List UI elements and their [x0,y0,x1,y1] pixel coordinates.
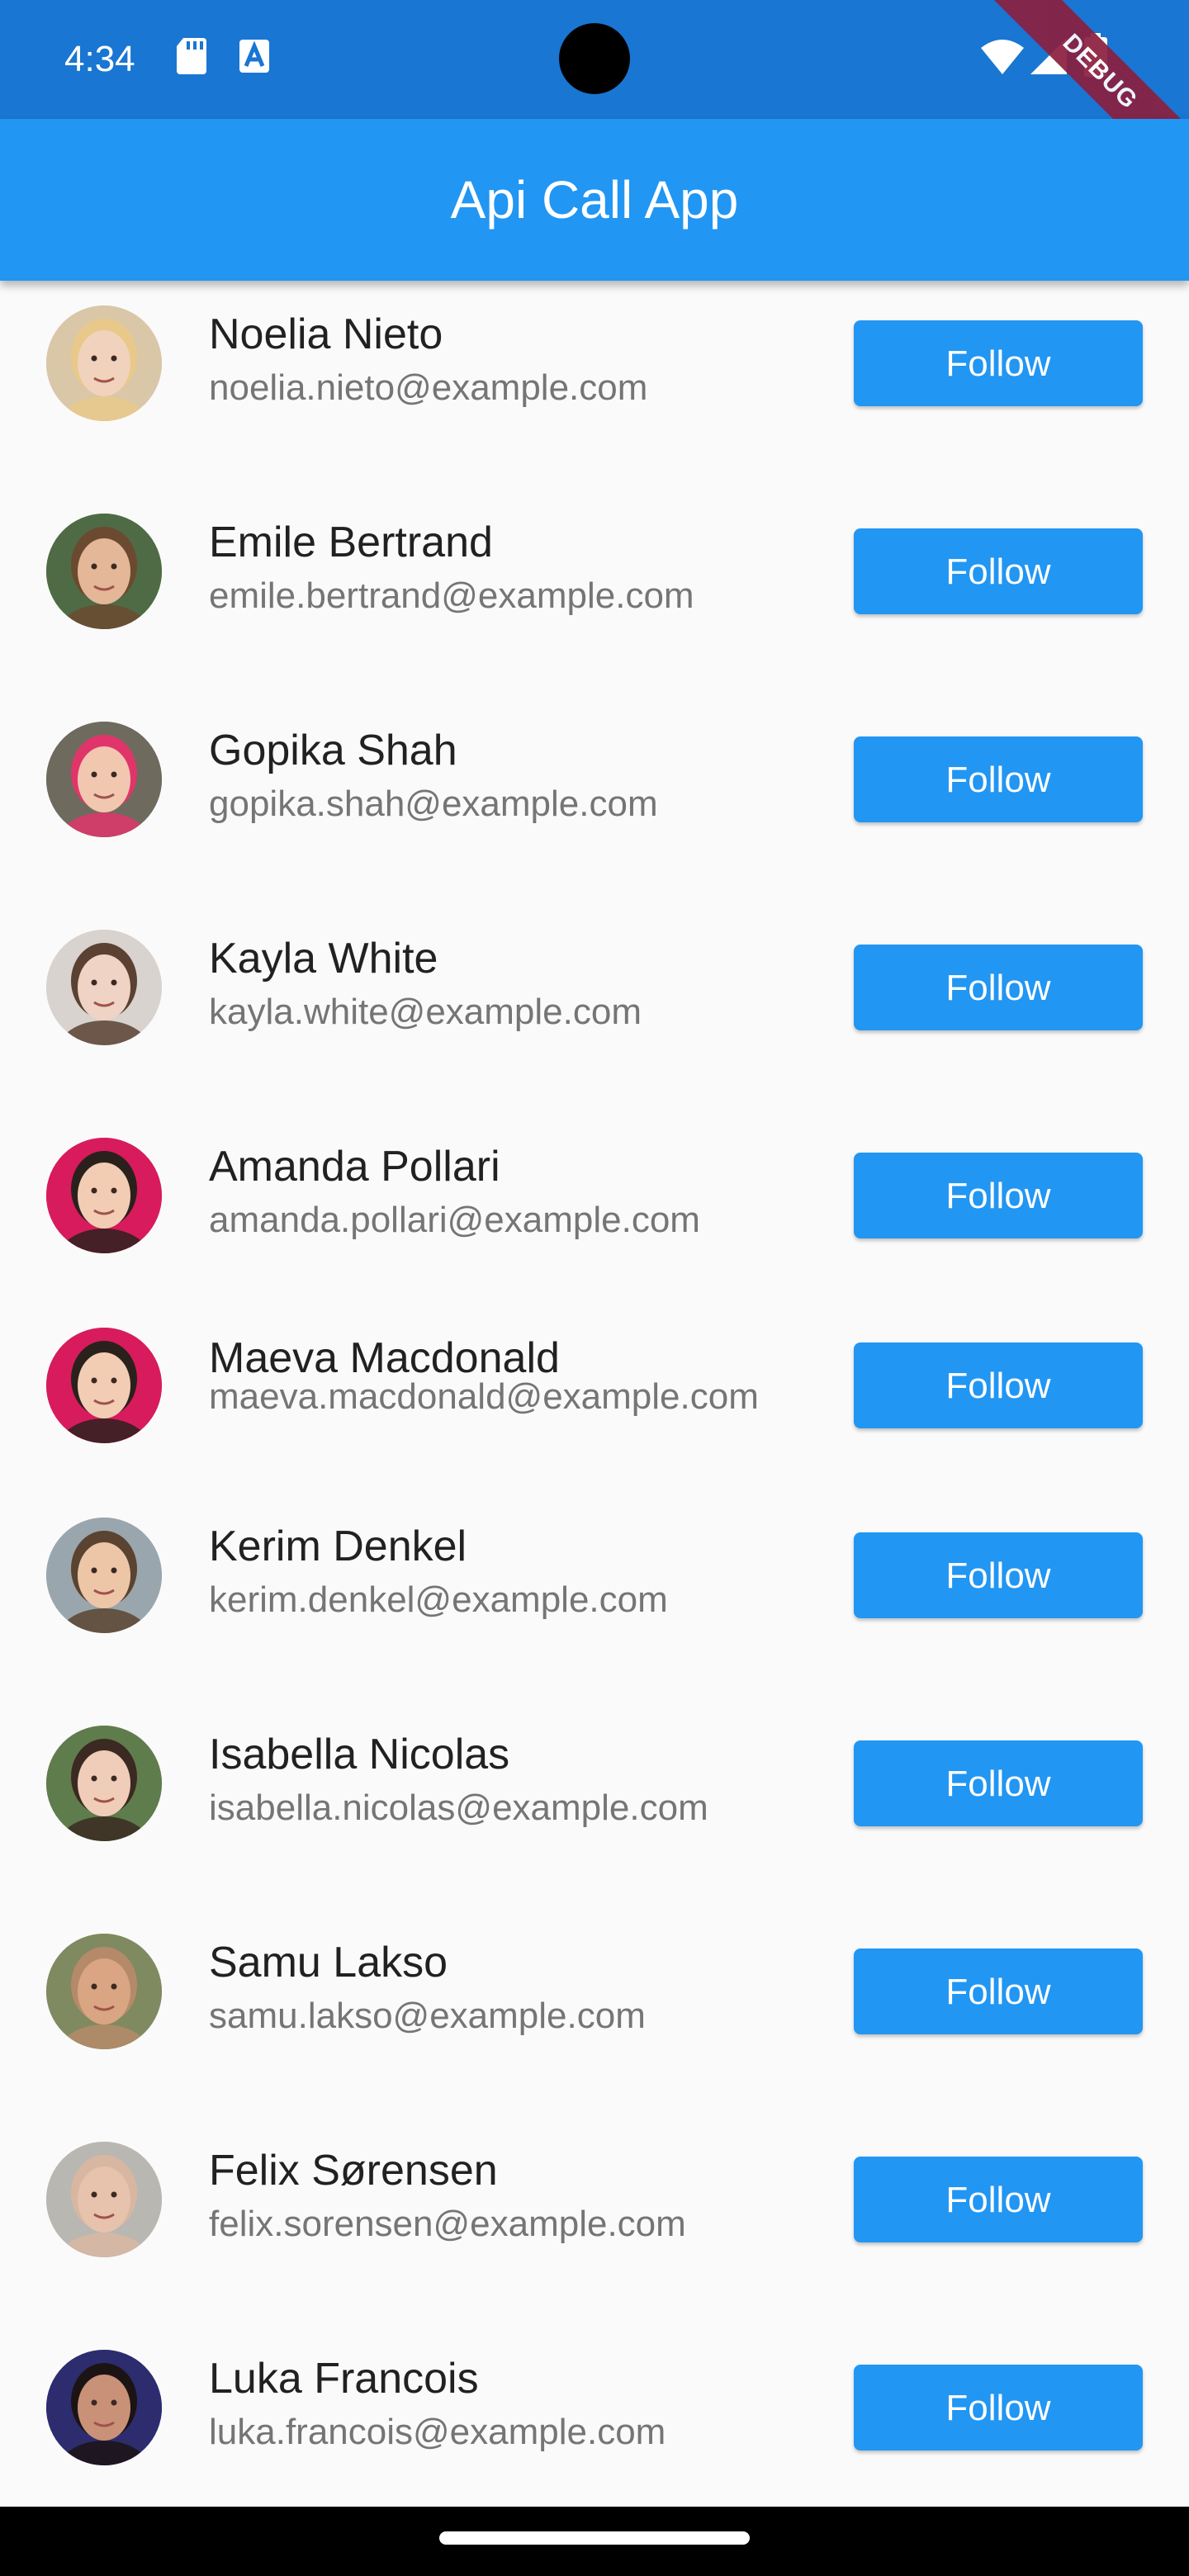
avatar [46,722,162,837]
user-name: Gopika Shah [209,727,457,774]
avatar [46,1138,162,1253]
avatar [46,930,162,1045]
user-email: kerim.denkel@example.com [209,1579,668,1620]
user-email: gopika.shah@example.com [209,784,658,824]
user-name: Amanda Pollari [209,1143,500,1191]
follow-button[interactable]: Follow [854,945,1143,1030]
app-bar: Api Call App [0,119,1189,281]
user-name: Luka Francois [209,2355,479,2403]
user-list[interactable]: Noelia Nieto noelia.nieto@example.com Foll… [0,281,1189,2507]
avatar [46,1328,162,1443]
follow-button[interactable]: Follow [854,736,1143,822]
status-time: 4:34 [64,39,135,79]
user-name: Isabella Nicolas [209,1731,510,1778]
user-name: Felix Sørensen [209,2147,498,2195]
avatar [46,1726,162,1841]
follow-button[interactable]: Follow [854,528,1143,614]
user-email: samu.lakso@example.com [209,1996,646,2036]
user-email: amanda.pollari@example.com [209,1200,700,1240]
avatar [46,1518,162,1633]
wifi-icon [979,38,1026,80]
list-item[interactable]: Luka Francois luka.francois@example.com Fo… [0,281,1189,2465]
avatar [46,2350,162,2465]
avatar [46,514,162,629]
user-email: felix.sorensen@example.com [209,2204,686,2244]
user-email: kayla.white@example.com [209,992,642,1032]
follow-button[interactable]: Follow [854,1342,1143,1428]
app-title: Api Call App [450,170,739,230]
user-email: luka.francois@example.com [209,2412,666,2452]
follow-button[interactable]: Follow [854,2365,1143,2451]
follow-button[interactable]: Follow [854,1153,1143,1238]
user-name: Kerim Denkel [209,1522,467,1570]
avatar [46,1934,162,2049]
user-email: isabella.nicolas@example.com [209,1788,708,1828]
front-camera [559,23,630,94]
follow-button[interactable]: Follow [854,1949,1143,2034]
sd-card-icon [175,36,208,80]
user-name: Emile Bertrand [209,519,493,566]
avatar [46,2142,162,2257]
follow-button[interactable]: Follow [854,1532,1143,1618]
user-email: emile.bertrand@example.com [209,575,694,616]
status-bar: 4:34 DEBUG [0,0,1189,200]
user-email: maeva.macdonald@example.com [209,1376,759,1417]
keyboard-a-icon [238,36,271,80]
home-gesture-pill[interactable] [439,2531,750,2545]
user-name: Kayla White [209,935,438,983]
navigation-bar [0,2507,1189,2576]
follow-button[interactable]: Follow [854,1740,1143,1826]
follow-button[interactable]: Follow [854,2157,1143,2242]
user-name: Samu Lakso [209,1939,448,1986]
